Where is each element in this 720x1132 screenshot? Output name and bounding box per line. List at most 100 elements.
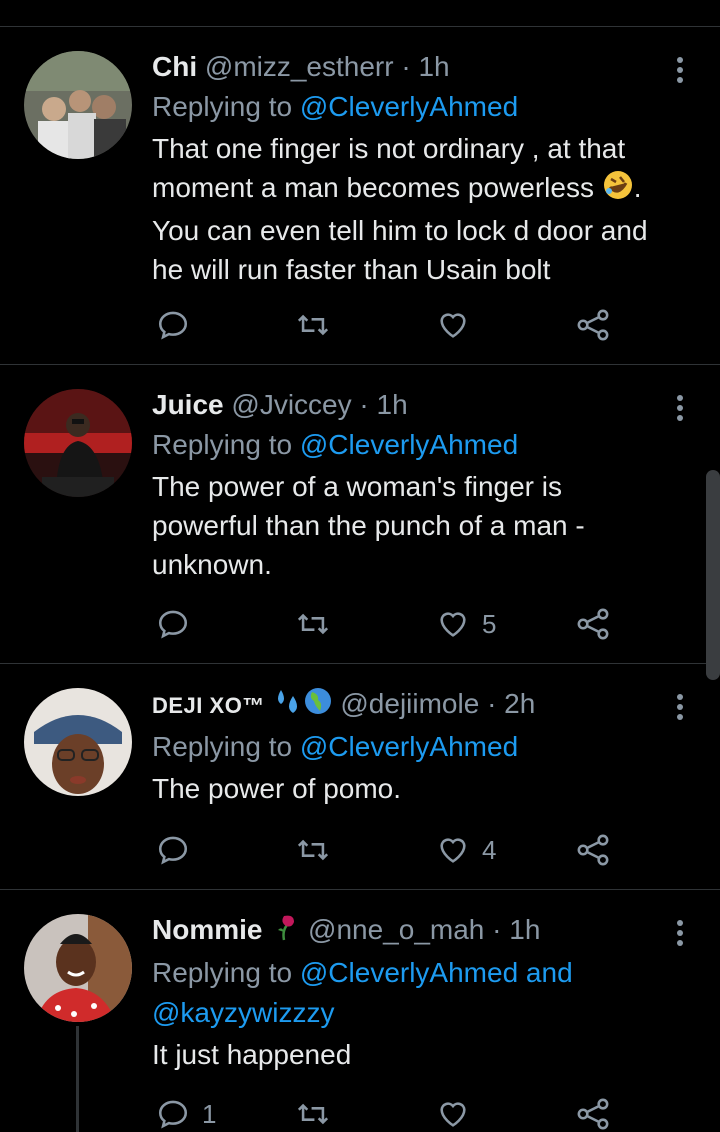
tweet-content: Chi @mizz_estherr · 1h Replying to @Clev… <box>152 49 660 289</box>
like-button[interactable]: 4 <box>436 830 496 870</box>
reply-icon <box>158 836 188 865</box>
mention-link[interactable]: @CleverlyAhmed <box>300 91 518 122</box>
reply-button[interactable] <box>156 604 190 644</box>
like-count: 5 <box>482 608 497 639</box>
scrollbar[interactable] <box>706 470 720 680</box>
retweet-button[interactable] <box>296 830 330 870</box>
avatar[interactable] <box>24 914 132 1022</box>
display-name[interactable]: Nommie <box>152 914 262 945</box>
retweet-icon <box>297 613 329 635</box>
text-suffix: . <box>633 172 642 203</box>
tweet-feed: Chi @mizz_estherr · 1h Replying to @Clev… <box>0 0 720 1132</box>
timestamp[interactable]: · 2h <box>487 688 535 719</box>
text-line: moment a man becomes powerless <box>152 172 594 203</box>
handle[interactable]: @nne_o_mah <box>308 914 484 945</box>
retweet-button[interactable] <box>296 305 330 345</box>
reply-button[interactable] <box>156 305 190 345</box>
retweet-icon <box>297 839 329 861</box>
retweet-button[interactable] <box>296 604 330 644</box>
mention-link[interactable]: @CleverlyAhmed <box>300 731 518 762</box>
replying-prefix: Replying to <box>152 957 300 989</box>
replying-prefix: Replying to <box>152 731 300 763</box>
avatar[interactable] <box>24 51 132 159</box>
share-icon <box>577 608 609 640</box>
sweat-droplets-icon <box>273 686 303 725</box>
like-button[interactable]: 5 <box>436 604 496 644</box>
reply-count: 1 <box>202 1098 217 1129</box>
reply-button[interactable]: 1 <box>156 1094 216 1132</box>
mention-link[interactable]: @CleverlyAhmed <box>300 429 518 460</box>
display-name[interactable]: DEJI XO™ <box>152 693 265 718</box>
like-button[interactable] <box>436 1094 470 1132</box>
text-line: The power of pomo. <box>152 773 402 805</box>
replying-to: Replying to @CleverlyAhmed and @kayzywiz… <box>152 953 660 1033</box>
text-line: The power of a woman's finger is <box>152 471 562 502</box>
mention-link[interactable]: @kayzywizzzy <box>152 993 660 1033</box>
mention-link[interactable]: @CleverlyAhmed and <box>300 957 573 988</box>
timestamp[interactable]: · 1h <box>359 389 407 420</box>
more-icon[interactable] <box>674 920 686 950</box>
more-icon[interactable] <box>674 395 686 425</box>
text-line: he will run faster than Usain bolt <box>152 253 551 285</box>
thread-connector <box>76 1026 79 1132</box>
rolling-laughing-emoji-icon <box>602 169 634 211</box>
share-icon <box>577 1098 609 1130</box>
retweet-icon <box>297 314 329 336</box>
share-icon <box>577 834 609 866</box>
tweet-content: Nommie @nne_o_mah · 1h Replying to @Clev… <box>152 912 660 1074</box>
like-icon <box>440 612 466 637</box>
avatar[interactable] <box>24 688 132 796</box>
reply-icon <box>158 1100 188 1129</box>
text-line: powerful than the punch of a man - <box>152 510 585 541</box>
share-button[interactable] <box>576 305 610 345</box>
share-button[interactable] <box>576 604 610 644</box>
timestamp[interactable]: · 1h <box>401 51 449 82</box>
tweet-text: The power of pomo. <box>152 769 660 808</box>
avatar[interactable] <box>24 389 132 497</box>
replying-to: Replying to @CleverlyAhmed <box>152 727 660 767</box>
tweet-card[interactable]: Nommie @nne_o_mah · 1h Replying to @Clev… <box>0 890 720 1132</box>
timestamp[interactable]: · 1h <box>492 914 540 945</box>
tweet-text: That one finger is not ordinary , at tha… <box>152 129 660 289</box>
share-button[interactable] <box>576 830 610 870</box>
tweet-text: The power of a woman's finger is powerfu… <box>152 467 660 584</box>
tweet-header: Nommie @nne_o_mah · 1h <box>152 912 660 951</box>
replying-to: Replying to @CleverlyAhmed <box>152 87 660 127</box>
tweet-header: Chi @mizz_estherr · 1h <box>152 49 660 85</box>
text-line: That one finger is not ordinary , at tha… <box>152 133 626 164</box>
tweet-actions: 4 <box>152 830 632 870</box>
replying-to: Replying to @CleverlyAhmed <box>152 425 660 465</box>
tweet-card[interactable]: DEJI XO™ @dejiimole · 2h Replying to @Cl… <box>0 664 720 890</box>
like-count: 4 <box>482 834 497 865</box>
tweet-actions: 1 <box>152 1094 632 1132</box>
tweet-header: Juice @Jviccey · 1h <box>152 387 660 423</box>
text-line: You can even tell him to lock d door and <box>152 214 648 246</box>
tweet-card[interactable]: Juice @Jviccey · 1h Replying to @Cleverl… <box>0 365 720 664</box>
replying-prefix: Replying to <box>152 429 300 460</box>
more-icon[interactable] <box>674 57 686 87</box>
handle[interactable]: @dejiimole <box>340 688 479 719</box>
tweet-content: Juice @Jviccey · 1h Replying to @Cleverl… <box>152 387 660 584</box>
text-line-with-emoji: moment a man becomes powerless . <box>152 168 660 211</box>
wilted-flower-icon <box>270 912 300 951</box>
tweet-actions <box>152 305 632 345</box>
handle[interactable]: @Jviccey <box>231 389 351 420</box>
tweet-card[interactable]: Chi @mizz_estherr · 1h Replying to @Clev… <box>0 27 720 365</box>
tweet-text: It just happened <box>152 1035 660 1074</box>
reply-button[interactable] <box>156 830 190 870</box>
retweet-button[interactable] <box>296 1094 330 1132</box>
retweet-icon <box>297 1103 329 1125</box>
display-name[interactable]: Chi <box>152 51 197 82</box>
display-name[interactable]: Juice <box>152 389 224 420</box>
like-icon <box>440 838 466 863</box>
reply-icon <box>158 610 188 639</box>
share-icon <box>577 309 609 341</box>
like-icon <box>440 1102 466 1127</box>
globe-icon <box>303 686 333 725</box>
more-icon[interactable] <box>674 694 686 724</box>
like-button[interactable] <box>436 305 470 345</box>
handle[interactable]: @mizz_estherr <box>205 51 394 82</box>
replying-prefix: Replying to <box>152 91 300 122</box>
tweet-header: DEJI XO™ @dejiimole · 2h <box>152 686 660 725</box>
share-button[interactable] <box>576 1094 610 1132</box>
